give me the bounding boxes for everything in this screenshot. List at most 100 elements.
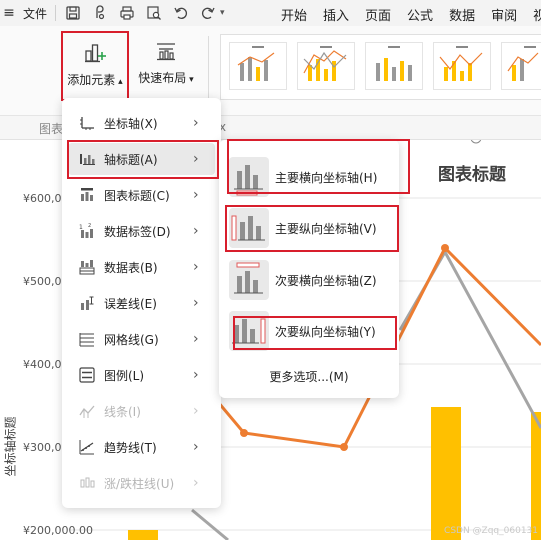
menu-item-label: 误差线(E) (104, 296, 157, 311)
save-icon[interactable] (64, 4, 82, 22)
menu-item-label: 数据标签(D) (104, 224, 171, 239)
axis-title-submenu: 主要横向坐标轴(H) 主要纵向坐标轴(V) 次要横向坐标轴(Z) 次要纵向坐标轴… (219, 140, 399, 398)
link-icon[interactable] (91, 4, 109, 22)
main-menu[interactable]: ≡ 文件 (0, 5, 47, 22)
chart-style-thumbnail[interactable] (297, 42, 355, 90)
print-icon[interactable] (118, 4, 136, 22)
chevron-right-icon: › (193, 439, 199, 455)
submenu-item-label: 次要横向坐标轴(Z) (275, 273, 377, 288)
menu-item-gridline[interactable]: 网格线(G) › (68, 323, 215, 355)
menu-item-label: 轴标题(A) (104, 152, 158, 167)
menu-item-label: 数据表(B) (104, 260, 158, 275)
menu-item-axis[interactable]: 坐标轴(X) › (68, 107, 215, 139)
quick-layout-button[interactable]: 快速布局 ▾ (134, 39, 198, 99)
title-bar: ≡ 文件 ▾ 开始 插入 页面 公式 数据 审阅 视 (0, 0, 541, 26)
chevron-right-icon: › (193, 295, 199, 311)
strip-label: 图表 (39, 122, 64, 136)
menu-item-lines: 线条(I) › (68, 395, 215, 427)
tab-page[interactable]: 页面 (365, 5, 391, 24)
svg-text:1: 1 (79, 224, 83, 231)
quick-layout-label: 快速布局 (138, 71, 187, 85)
lines-icon (78, 402, 96, 420)
submenu-item-primary-horizontal[interactable]: 主要横向坐标轴(H) (229, 155, 394, 199)
menu-item-label: 坐标轴(X) (104, 116, 158, 131)
series-line-gray (398, 248, 541, 429)
more-options-button[interactable]: 更多选项...(M) (219, 368, 399, 385)
add-element-label: 添加元素 (67, 73, 116, 87)
chevron-right-icon: › (193, 259, 199, 275)
menu-item-axis-title[interactable]: 轴标题(A) › (68, 143, 215, 175)
chart-style-thumbnail[interactable] (229, 42, 287, 90)
submenu-item-label: 主要纵向坐标轴(V) (275, 221, 377, 236)
chart-style-gallery (220, 34, 541, 100)
data-point (470, 140, 482, 144)
submenu-item-label: 主要横向坐标轴(H) (275, 170, 378, 185)
svg-text:2: 2 (88, 223, 91, 229)
chevron-right-icon: › (193, 367, 199, 383)
axis-title-icon (78, 150, 96, 168)
data-point (240, 429, 248, 437)
chevron-right-icon: › (193, 187, 199, 203)
print-preview-icon[interactable] (145, 4, 163, 22)
submenu-item-primary-vertical[interactable]: 主要纵向坐标轴(V) (229, 206, 394, 250)
quick-layout-icon (154, 39, 178, 63)
redo-icon[interactable] (199, 4, 217, 22)
file-menu[interactable]: 文件 (23, 5, 47, 22)
menu-item-error-bar[interactable]: 误差线(E) › (68, 287, 215, 319)
menu-item-chart-title[interactable]: 图表标题(C) › (68, 179, 215, 211)
menu-item-label: 线条(I) (104, 404, 141, 419)
data-table-icon (78, 258, 96, 276)
error-bar-icon (78, 294, 96, 312)
add-element-icon (83, 41, 107, 65)
y-axis-title[interactable]: 坐标轴标题 (2, 416, 19, 476)
secondary-horizontal-axis-title-icon (229, 260, 269, 300)
bar (531, 412, 541, 540)
submenu-item-secondary-horizontal[interactable]: 次要横向坐标轴(Z) (229, 258, 394, 302)
watermark: CSDN @Zqq_060131 (444, 526, 538, 536)
chevron-right-icon: › (193, 115, 199, 131)
menu-item-trendline[interactable]: 趋势线(T) › (68, 431, 215, 463)
undo-icon[interactable] (172, 4, 190, 22)
chart-style-thumbnail[interactable] (365, 42, 423, 90)
menu-item-legend[interactable]: 图例(L) › (68, 359, 215, 391)
gridline-icon (78, 330, 96, 348)
menu-item-label: 网格线(G) (104, 332, 159, 347)
add-element-button[interactable]: 添加元素 ▴ (61, 31, 129, 101)
y-tick-label: ¥200,000.00 (23, 524, 93, 537)
chevron-right-icon: › (193, 475, 199, 491)
up-down-bars-icon (78, 474, 96, 492)
tab-formula[interactable]: 公式 (407, 5, 433, 24)
bar (128, 530, 158, 540)
primary-horizontal-axis-title-icon (229, 157, 269, 197)
tab-review[interactable]: 审阅 (491, 5, 517, 24)
tab-home[interactable]: 开始 (281, 5, 307, 24)
tab-data[interactable]: 数据 (449, 5, 475, 24)
menu-item-label: 图表标题(C) (104, 188, 170, 203)
chart-title[interactable]: 图表标题 (438, 160, 506, 185)
submenu-item-label: 次要纵向坐标轴(Y) (275, 324, 376, 339)
chart-style-thumbnail[interactable] (501, 42, 541, 90)
add-element-menu: 坐标轴(X) › 轴标题(A) › 图表标题(C) › 12 数据标签(D) ›… (62, 98, 221, 508)
legend-icon (78, 366, 96, 384)
tab-insert[interactable]: 插入 (323, 5, 349, 24)
chevron-right-icon: › (193, 331, 199, 347)
menu-item-label: 涨/跌柱线(U) (104, 476, 175, 491)
axis-icon (78, 114, 96, 132)
tab-view[interactable]: 视 (533, 5, 541, 24)
data-label-icon: 12 (78, 222, 96, 240)
data-point (340, 443, 348, 451)
chevron-down-icon[interactable]: ▾ (220, 8, 225, 18)
trendline-icon (78, 438, 96, 456)
hamburger-icon[interactable]: ≡ (2, 5, 16, 21)
ribbon-tabs: 开始 插入 页面 公式 数据 审阅 视 (281, 5, 541, 24)
chevron-right-icon: › (193, 151, 199, 167)
submenu-item-secondary-vertical[interactable]: 次要纵向坐标轴(Y) (229, 309, 394, 353)
bar (431, 407, 461, 540)
menu-item-data-label[interactable]: 12 数据标签(D) › (68, 215, 215, 247)
chevron-right-icon: › (193, 223, 199, 239)
chevron-down-icon: ▾ (186, 75, 194, 85)
chart-style-thumbnail[interactable] (433, 42, 491, 90)
caret-up-icon: ▴ (115, 77, 123, 87)
chevron-right-icon: › (193, 403, 199, 419)
menu-item-data-table[interactable]: 数据表(B) › (68, 251, 215, 283)
